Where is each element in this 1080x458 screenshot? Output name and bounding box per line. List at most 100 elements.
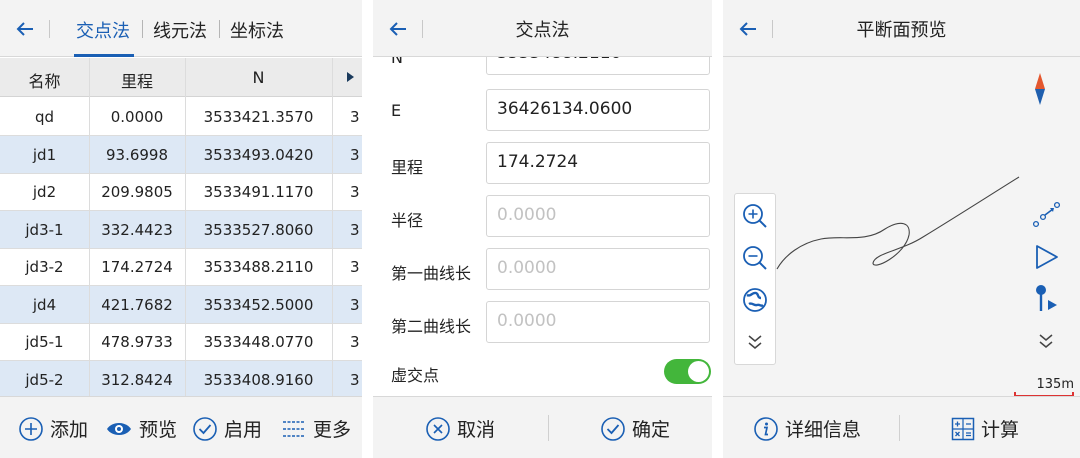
draw-polyline-button[interactable]: [1029, 198, 1063, 232]
preview-button[interactable]: 预览: [105, 415, 177, 442]
tab-line-element-method[interactable]: 线元法: [153, 17, 207, 43]
more-button[interactable]: 更多: [281, 415, 351, 442]
e-label: E: [391, 101, 402, 120]
mileage-label: 里程: [391, 158, 424, 177]
column-header-name: 名称: [28, 72, 61, 91]
table-row[interactable]: qd 0.0000 3533421.3570 3: [0, 98, 362, 136]
info-circle-icon: [754, 416, 778, 441]
pin-play-icon: [1036, 285, 1057, 311]
cancel-button[interactable]: 取消: [425, 415, 495, 442]
polyline-icon: [1032, 201, 1061, 228]
add-label: 添加: [50, 419, 89, 441]
page-title: 交点法: [515, 20, 570, 41]
table-row[interactable]: jd4 421.7682 3533452.5000 3: [0, 285, 362, 324]
column-divider: [185, 58, 186, 396]
table-header: 名称 里程 N: [0, 58, 362, 97]
second-curve-length-label: 第二曲线长: [391, 317, 472, 336]
play-button[interactable]: [1029, 240, 1063, 274]
cancel-label: 取消: [457, 419, 496, 441]
action-bar: 详细信息 计算: [723, 396, 1080, 458]
confirm-button[interactable]: 确定: [600, 415, 670, 442]
name-cell: jd2: [32, 183, 57, 201]
first-curve-length-field[interactable]: 0.0000: [486, 248, 710, 290]
n-field[interactable]: 3533488.2110: [486, 57, 710, 75]
details-label: 详细信息: [785, 419, 862, 441]
double-chevron-down-icon: [748, 335, 762, 349]
locate-point-button[interactable]: [1029, 282, 1063, 316]
n-cell: 3533421.3570: [203, 108, 314, 126]
column-divider: [89, 58, 90, 396]
second-curve-length-field[interactable]: 0.0000: [486, 301, 710, 343]
header: 交点法 线元法 坐标法: [0, 0, 362, 57]
check-circle-icon: [601, 416, 625, 441]
calculator-icon: [951, 417, 975, 440]
more-menu-icon: [283, 420, 305, 437]
table-row[interactable]: jd1 93.6998 3533493.0420 3: [0, 135, 362, 174]
name-cell: jd1: [32, 145, 57, 164]
e-cell: 3: [350, 145, 360, 164]
table-row[interactable]: jd2 209.9805 3533491.1170 3: [0, 173, 362, 211]
n-cell: 3533408.9160: [203, 370, 314, 389]
plan-preview-panel: 平断面预览 135m 详细信息 计算: [723, 0, 1080, 458]
table-row[interactable]: jd5-1 478.9733 3533448.0770 3: [0, 323, 362, 361]
e-cell: 3: [350, 220, 360, 239]
divider: [142, 20, 143, 38]
calculate-label: 计算: [981, 419, 1020, 441]
mileage-cell: 312.8424: [101, 370, 173, 389]
full-extent-button[interactable]: [738, 283, 772, 317]
scale-label: 135m: [1036, 377, 1074, 392]
divider: [219, 20, 220, 38]
tab-coordinate-method[interactable]: 坐标法: [230, 17, 284, 43]
n-cell: 3533452.5000: [203, 295, 314, 314]
divider: [49, 20, 50, 38]
form-scroll-area: N 3533488.2110 E 36426134.0600 里程 174.27…: [373, 57, 712, 396]
scroll-right-icon[interactable]: [346, 71, 356, 83]
mileage-cell: 174.2724: [101, 258, 173, 276]
name-cell: jd4: [32, 295, 57, 314]
mileage-field[interactable]: 174.2724: [486, 142, 710, 184]
enable-button[interactable]: 启用: [192, 415, 262, 442]
action-bar: 取消 确定: [373, 396, 712, 458]
add-button[interactable]: 添加: [18, 415, 88, 442]
toggle-knob: [688, 361, 709, 382]
column-header-n: N: [252, 68, 265, 87]
divider: [548, 415, 549, 441]
mileage-cell: 209.9805: [101, 183, 173, 201]
n-cell: 3533448.0770: [203, 333, 314, 351]
zoom-in-icon: [743, 204, 767, 228]
double-chevron-down-icon: [1039, 334, 1053, 348]
details-button[interactable]: 详细信息: [753, 415, 861, 442]
e-field[interactable]: 36426134.0600: [486, 89, 710, 131]
e-cell: 3: [350, 183, 360, 201]
compass-icon: [1035, 73, 1045, 105]
intersection-edit-panel: N 3533488.2110 E 36426134.0600 里程 174.27…: [373, 0, 712, 458]
table-row[interactable]: jd3-1 332.4423 3533527.8060 3: [0, 210, 362, 249]
table-row[interactable]: jd3-2 174.2724 3533488.2110 3: [0, 248, 362, 286]
radius-field[interactable]: 0.0000: [486, 195, 710, 237]
virtual-intersection-toggle[interactable]: [664, 359, 711, 384]
add-circle-icon: [19, 416, 43, 441]
name-cell: jd3-2: [25, 258, 64, 276]
back-arrow-icon[interactable]: [8, 12, 42, 46]
zoom-out-button[interactable]: [738, 241, 772, 275]
tab-intersection-method[interactable]: 交点法: [76, 17, 130, 43]
globe-icon: [743, 288, 767, 312]
n-label: N: [391, 57, 403, 67]
play-icon: [1036, 245, 1058, 269]
expand-tools-button[interactable]: [1029, 324, 1063, 358]
name-cell: jd5-2: [25, 370, 64, 389]
map-tools-column: [1021, 193, 1075, 365]
zoom-in-button[interactable]: [738, 199, 772, 233]
name-cell: qd: [34, 108, 55, 126]
enable-label: 启用: [224, 419, 263, 441]
zoom-out-icon: [743, 246, 767, 270]
n-cell: 3533488.2110: [203, 258, 314, 276]
divider: [899, 415, 900, 441]
calculate-button[interactable]: 计算: [951, 415, 1019, 442]
n-cell: 3533493.0420: [203, 145, 314, 164]
e-cell: 3: [350, 370, 360, 389]
mileage-cell: 332.4423: [101, 220, 173, 239]
virtual-intersection-label: 虚交点: [391, 366, 440, 385]
table-row[interactable]: jd5-2 312.8424 3533408.9160 3: [0, 360, 362, 399]
collapse-tools-button[interactable]: [738, 325, 772, 359]
